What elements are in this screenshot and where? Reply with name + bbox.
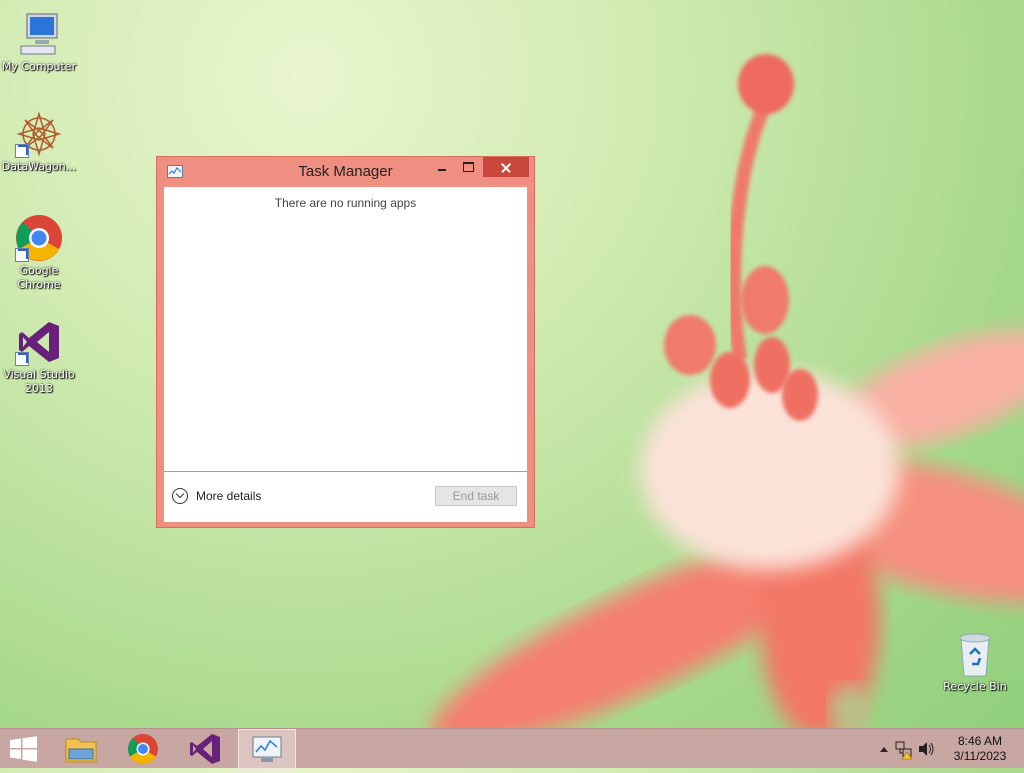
task-manager-window[interactable]: Task Manager There are no running apps M…: [156, 156, 535, 528]
close-button[interactable]: [483, 157, 529, 177]
end-task-button[interactable]: End task: [435, 486, 517, 506]
chrome-icon: [128, 734, 158, 765]
desktop-icon-my-computer[interactable]: My Computer: [0, 10, 78, 74]
clock[interactable]: 8:46 AM 3/11/2023: [950, 734, 1010, 764]
desktop-icon-label: Visual Studio 2013: [3, 368, 75, 395]
more-details-label: More details: [196, 489, 262, 503]
taskbar: 8:46 AM 3/11/2023: [0, 728, 1024, 769]
shortcut-arrow-icon: [15, 248, 29, 262]
show-hidden-icons-icon[interactable]: [878, 729, 890, 769]
clock-time: 8:46 AM: [957, 734, 1003, 748]
empty-state-message: There are no running apps: [274, 196, 417, 210]
shortcut-arrow-icon: [15, 144, 29, 158]
minimize-button[interactable]: [429, 157, 455, 177]
computer-icon: [15, 10, 63, 58]
taskbar-task-manager[interactable]: [238, 729, 296, 769]
desktop-icon-visual-studio[interactable]: Visual Studio 2013: [0, 318, 78, 396]
shortcut-arrow-icon: [15, 352, 29, 366]
more-details-button[interactable]: More details: [172, 486, 261, 506]
taskbar-visual-studio[interactable]: [176, 729, 234, 769]
maximize-button[interactable]: [455, 157, 481, 177]
desktop-icon-google-chrome[interactable]: Google Chrome: [0, 214, 78, 292]
chevron-down-icon: [172, 488, 188, 504]
title-bar[interactable]: Task Manager: [157, 157, 534, 187]
windows-logo-icon: [10, 736, 37, 762]
clock-date: 3/11/2023: [953, 749, 1007, 763]
desktop-icon-label: Recycle Bin: [943, 680, 1007, 693]
task-manager-icon: [252, 736, 282, 762]
system-tray: 8:46 AM 3/11/2023: [864, 729, 1024, 769]
datawagon-icon: [15, 110, 63, 158]
taskbar-file-explorer[interactable]: [52, 729, 110, 769]
visual-studio-icon: [15, 318, 63, 366]
desktop-icon-datawagon[interactable]: DataWagon...: [0, 110, 78, 174]
chrome-icon: [15, 214, 63, 262]
taskbar-google-chrome[interactable]: [114, 729, 172, 769]
app-list-pane[interactable]: There are no running apps More details E…: [164, 187, 527, 522]
recycle-bin-icon: [951, 630, 999, 678]
visual-studio-icon: [190, 734, 220, 764]
desktop-icon-label: Google Chrome: [17, 264, 61, 291]
desktop-icon-label: DataWagon...: [1, 160, 77, 173]
desktop-icon-recycle-bin[interactable]: Recycle Bin: [936, 630, 1014, 694]
volume-icon[interactable]: [916, 729, 936, 769]
window-footer: More details End task: [164, 471, 527, 522]
start-button[interactable]: [0, 729, 48, 769]
desktop-icon-label: My Computer: [1, 60, 77, 73]
folder-icon: [65, 738, 97, 763]
network-icon[interactable]: [894, 729, 914, 769]
